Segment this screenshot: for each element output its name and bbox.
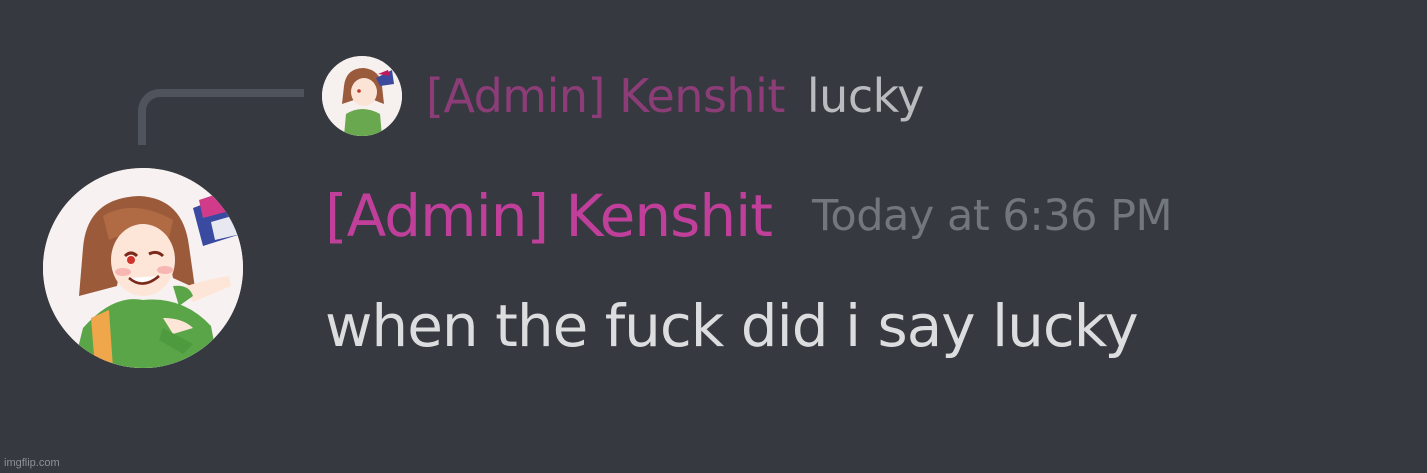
reply-preview[interactable]: [Admin] Kenshit lucky bbox=[322, 56, 924, 136]
message-timestamp[interactable]: Today at 6:36 PM bbox=[812, 191, 1173, 241]
author-avatar[interactable] bbox=[43, 168, 243, 368]
message-header: [Admin] Kenshit Today at 6:36 PM bbox=[325, 176, 1173, 256]
chat-message: [Admin] Kenshit lucky [Admin] Kenshit To… bbox=[0, 0, 1427, 473]
author-name[interactable]: [Admin] Kenshit bbox=[325, 182, 773, 250]
avatar-art-icon bbox=[43, 168, 243, 368]
reply-message-text[interactable]: lucky bbox=[807, 69, 924, 123]
reply-spine bbox=[138, 89, 304, 145]
watermark: imgflip.com bbox=[4, 457, 60, 469]
reply-author-name[interactable]: [Admin] Kenshit bbox=[426, 69, 785, 123]
reply-avatar[interactable] bbox=[322, 56, 402, 136]
message-content: when the fuck did i say lucky bbox=[325, 292, 1139, 360]
avatar-art-icon bbox=[322, 56, 402, 136]
